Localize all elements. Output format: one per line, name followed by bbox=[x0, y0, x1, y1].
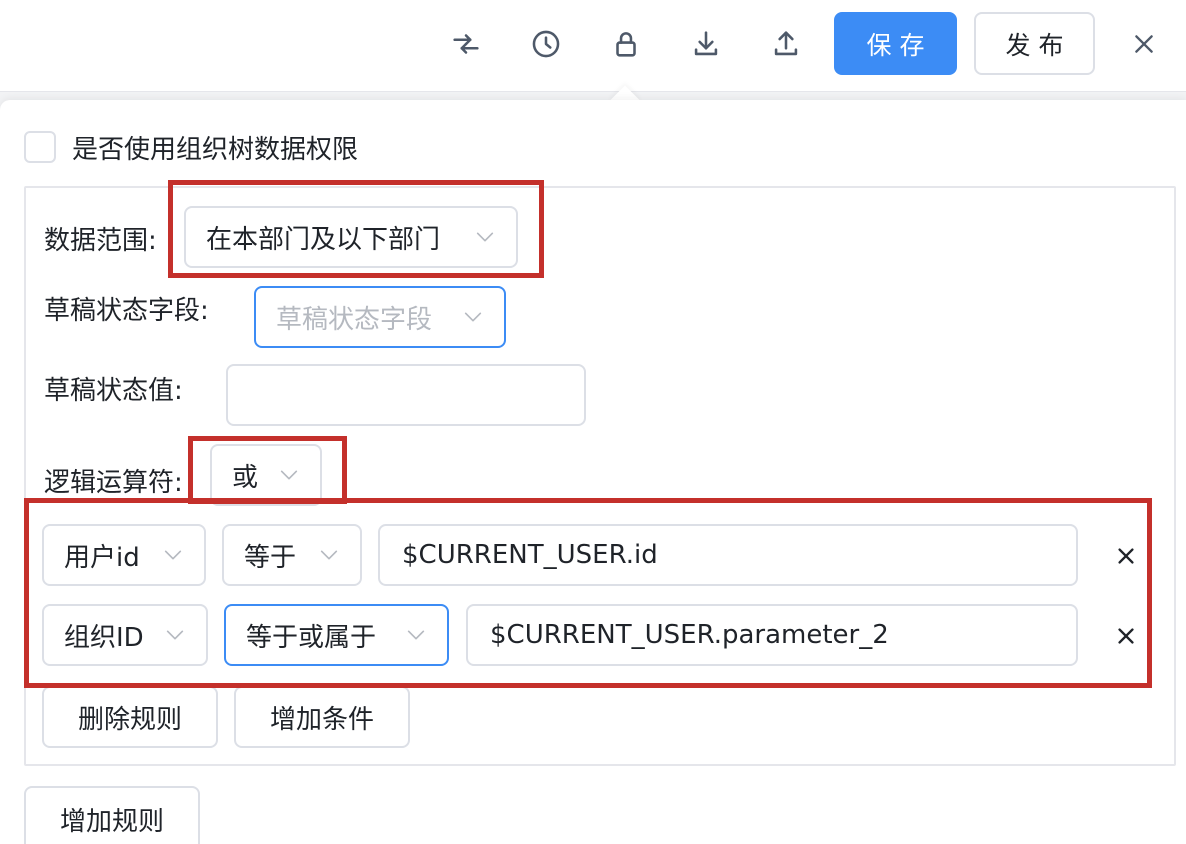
remove-condition-icon[interactable] bbox=[1110, 620, 1142, 652]
data-scope-label: 数据范围: bbox=[44, 226, 157, 256]
data-scope-value: 在本部门及以下部门 bbox=[206, 224, 441, 255]
upload-icon[interactable] bbox=[766, 24, 806, 64]
condition-operator-value: 等于或属于 bbox=[246, 622, 377, 653]
chevron-down-icon bbox=[280, 470, 298, 480]
chevron-down-icon bbox=[166, 630, 184, 640]
condition-operator-select[interactable]: 等于 bbox=[222, 524, 362, 586]
condition-field-select[interactable]: 组织ID bbox=[42, 604, 208, 666]
logic-operator-select[interactable]: 或 bbox=[210, 444, 322, 506]
delete-rule-button[interactable]: 删除规则 bbox=[42, 686, 218, 748]
org-tree-permission-row[interactable]: 是否使用组织树数据权限 bbox=[24, 130, 359, 165]
org-tree-checkbox[interactable] bbox=[24, 131, 56, 163]
org-tree-checkbox-label: 是否使用组织树数据权限 bbox=[72, 134, 359, 165]
draft-field-placeholder: 草稿状态字段 bbox=[276, 304, 433, 335]
publish-button[interactable]: 发布 bbox=[974, 12, 1095, 75]
logic-operator-value: 或 bbox=[232, 462, 259, 493]
download-icon[interactable] bbox=[686, 24, 726, 64]
draft-value-label: 草稿状态值: bbox=[44, 376, 183, 406]
lock-icon[interactable] bbox=[606, 24, 646, 64]
collapse-arrows-icon[interactable] bbox=[446, 24, 486, 64]
remove-condition-icon[interactable] bbox=[1110, 540, 1142, 572]
chevron-down-icon bbox=[476, 232, 494, 242]
condition-field-select[interactable]: 用户id bbox=[42, 524, 206, 586]
logic-operator-label: 逻辑运算符: bbox=[44, 468, 183, 498]
condition-value-input[interactable]: $CURRENT_USER.parameter_2 bbox=[466, 604, 1078, 666]
chevron-down-icon bbox=[464, 312, 482, 322]
add-condition-button[interactable]: 增加条件 bbox=[234, 686, 410, 748]
data-scope-select[interactable]: 在本部门及以下部门 bbox=[184, 206, 518, 268]
close-icon[interactable] bbox=[1124, 24, 1164, 64]
chevron-down-icon bbox=[320, 550, 338, 560]
draft-field-label: 草稿状态字段: bbox=[44, 296, 209, 326]
top-toolbar: 保存 发布 bbox=[0, 0, 1186, 92]
rule-container bbox=[24, 186, 1176, 766]
draft-field-select[interactable]: 草稿状态字段 bbox=[254, 286, 506, 348]
add-rule-button[interactable]: 增加规则 bbox=[24, 786, 200, 844]
condition-operator-select[interactable]: 等于或属于 bbox=[224, 604, 449, 666]
chevron-down-icon bbox=[407, 630, 425, 640]
history-clock-icon[interactable] bbox=[526, 24, 566, 64]
draft-value-input[interactable] bbox=[226, 364, 586, 426]
condition-value-input[interactable]: $CURRENT_USER.id bbox=[378, 524, 1078, 586]
condition-operator-value: 等于 bbox=[244, 542, 297, 573]
chevron-down-icon bbox=[164, 550, 182, 560]
condition-field-value: 组织ID bbox=[64, 622, 144, 653]
condition-field-value: 用户id bbox=[64, 542, 140, 573]
save-button[interactable]: 保存 bbox=[834, 12, 957, 75]
